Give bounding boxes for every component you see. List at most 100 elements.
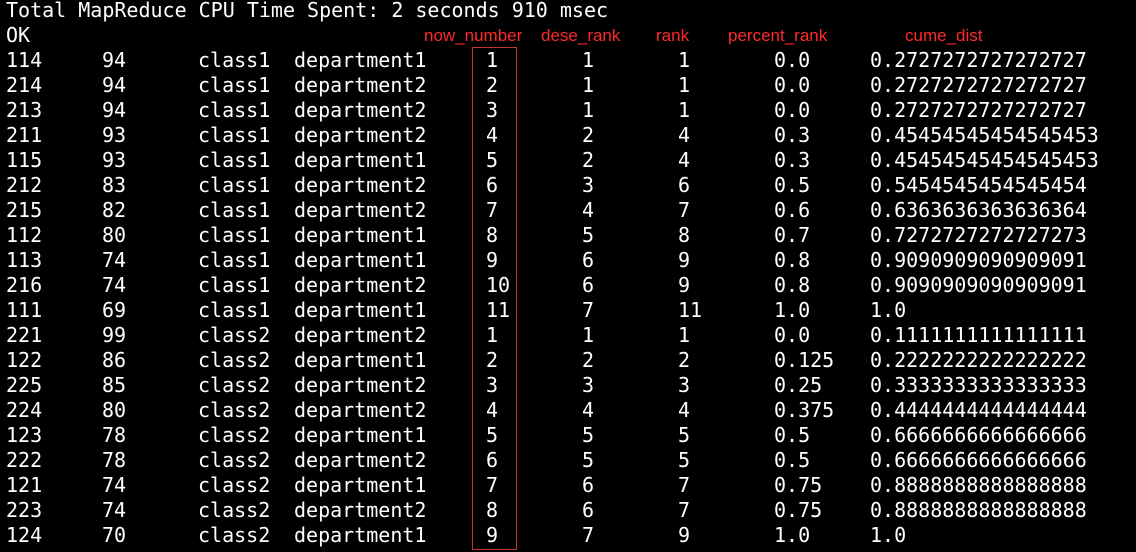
cell-class: class2 [198, 448, 271, 472]
cell-percent-rank: 1.0 [774, 298, 811, 322]
cell-row-number: 9 [486, 248, 499, 272]
cell-cume-dist: 0.2222222222222222 [870, 348, 1087, 372]
cell-id: 115 [6, 148, 43, 172]
cell-rank: 5 [678, 423, 691, 447]
cell-dense-rank: 2 [582, 148, 595, 172]
cell-percent-rank: 1.0 [774, 523, 811, 547]
cell-row-number: 2 [486, 348, 499, 372]
cell-row-number: 4 [486, 398, 499, 422]
cell-score: 80 [102, 223, 127, 247]
status-ok: OK [6, 23, 31, 47]
cell-department: department1 [294, 473, 427, 497]
cell-row-number: 8 [486, 498, 499, 522]
cell-percent-rank: 0.25 [774, 373, 823, 397]
cell-class: class1 [198, 198, 271, 222]
result-row: 123 78 class2 department1 5 5 5 0.5 0.6666666666… [0, 423, 1136, 448]
result-row: 114 94 class1 department1 1 1 1 0.0 0.2727272727… [0, 48, 1136, 73]
cell-id: 221 [6, 323, 43, 347]
cell-cume-dist: 0.9090909090909091 [870, 248, 1087, 272]
cell-dense-rank: 4 [582, 198, 595, 222]
cell-department: department2 [294, 398, 427, 422]
cell-id: 212 [6, 173, 43, 197]
result-row: 211 93 class1 department2 4 2 4 0.3 0.4545454545… [0, 123, 1136, 148]
cell-row-number: 10 [486, 273, 511, 297]
cell-department: department2 [294, 448, 427, 472]
cell-rank: 1 [678, 73, 691, 97]
cell-dense-rank: 7 [582, 298, 595, 322]
cell-class: class2 [198, 523, 271, 547]
cell-department: department2 [294, 173, 427, 197]
cell-score: 93 [102, 123, 127, 147]
terminal-window[interactable]: Total MapReduce CPU Time Spent: 2 second… [0, 0, 1136, 552]
cell-rank: 9 [678, 523, 691, 547]
cell-cume-dist: 0.45454545454545453 [870, 148, 1099, 172]
cell-score: 80 [102, 398, 127, 422]
result-row: 111 69 class1 department1 11 7 11 1.0 1.0 [0, 298, 1136, 323]
cell-percent-rank: 0.0 [774, 98, 811, 122]
cell-dense-rank: 6 [582, 273, 595, 297]
cell-rank: 4 [678, 398, 691, 422]
result-row: 214 94 class1 department2 2 1 1 0.0 0.2727272727… [0, 73, 1136, 98]
cell-percent-rank: 0.5 [774, 173, 811, 197]
cell-cume-dist: 0.8888888888888888 [870, 473, 1087, 497]
cell-class: class1 [198, 73, 271, 97]
cell-score: 83 [102, 173, 127, 197]
cell-score: 74 [102, 248, 127, 272]
cell-class: class1 [198, 98, 271, 122]
cell-cume-dist: 0.2727272727272727 [870, 48, 1087, 72]
cell-dense-rank: 4 [582, 398, 595, 422]
annotation-rank: rank [656, 26, 690, 45]
cell-score: 74 [102, 473, 127, 497]
cell-cume-dist: 0.7272727272727273 [870, 223, 1087, 247]
cell-dense-rank: 6 [582, 498, 595, 522]
cell-id: 223 [6, 498, 43, 522]
cell-percent-rank: 0.6 [774, 198, 811, 222]
cell-percent-rank: 0.0 [774, 48, 811, 72]
result-row: 213 94 class1 department2 3 1 1 0.0 0.2727272727… [0, 98, 1136, 123]
cell-cume-dist: 0.1111111111111111 [870, 323, 1087, 347]
cell-class: class1 [198, 273, 271, 297]
cell-class: class1 [198, 123, 271, 147]
cell-row-number: 6 [486, 173, 499, 197]
cell-dense-rank: 1 [582, 323, 595, 347]
cell-department: department2 [294, 123, 427, 147]
cell-class: class2 [198, 498, 271, 522]
cell-percent-rank: 0.7 [774, 223, 811, 247]
result-row: 212 83 class1 department2 6 3 6 0.5 0.5454545454… [0, 173, 1136, 198]
cell-class: class2 [198, 398, 271, 422]
cell-class: class1 [198, 223, 271, 247]
cell-percent-rank: 0.75 [774, 473, 823, 497]
cell-dense-rank: 6 [582, 473, 595, 497]
result-row: 223 74 class2 department2 8 6 7 0.75 0.888888888… [0, 498, 1136, 523]
cell-cume-dist: 0.9090909090909091 [870, 273, 1087, 297]
cell-cume-dist: 0.2727272727272727 [870, 73, 1087, 97]
cell-rank: 11 [678, 298, 703, 322]
cell-dense-rank: 6 [582, 248, 595, 272]
cell-id: 123 [6, 423, 43, 447]
result-row: 224 80 class2 department2 4 4 4 0.375 0.44444444… [0, 398, 1136, 423]
cell-rank: 1 [678, 323, 691, 347]
cell-id: 215 [6, 198, 43, 222]
result-row: 121 74 class2 department1 7 6 7 0.75 0.888888888… [0, 473, 1136, 498]
cell-row-number: 3 [486, 98, 499, 122]
cell-row-number: 1 [486, 48, 499, 72]
cell-class: class1 [198, 298, 271, 322]
cell-rank: 1 [678, 98, 691, 122]
cell-percent-rank: 0.8 [774, 248, 811, 272]
cell-row-number: 3 [486, 373, 499, 397]
cell-department: department2 [294, 198, 427, 222]
cell-score: 74 [102, 498, 127, 522]
cell-rank: 4 [678, 123, 691, 147]
cell-percent-rank: 0.125 [774, 348, 835, 372]
cell-score: 94 [102, 73, 127, 97]
cell-department: department2 [294, 73, 427, 97]
cell-rank: 9 [678, 248, 691, 272]
cell-cume-dist: 0.6666666666666666 [870, 448, 1087, 472]
cell-row-number: 6 [486, 448, 499, 472]
cell-cume-dist: 0.8888888888888888 [870, 498, 1087, 522]
cell-percent-rank: 0.3 [774, 123, 811, 147]
cell-row-number: 7 [486, 198, 499, 222]
cell-id: 222 [6, 448, 43, 472]
cell-row-number: 2 [486, 73, 499, 97]
cell-row-number: 5 [486, 423, 499, 447]
